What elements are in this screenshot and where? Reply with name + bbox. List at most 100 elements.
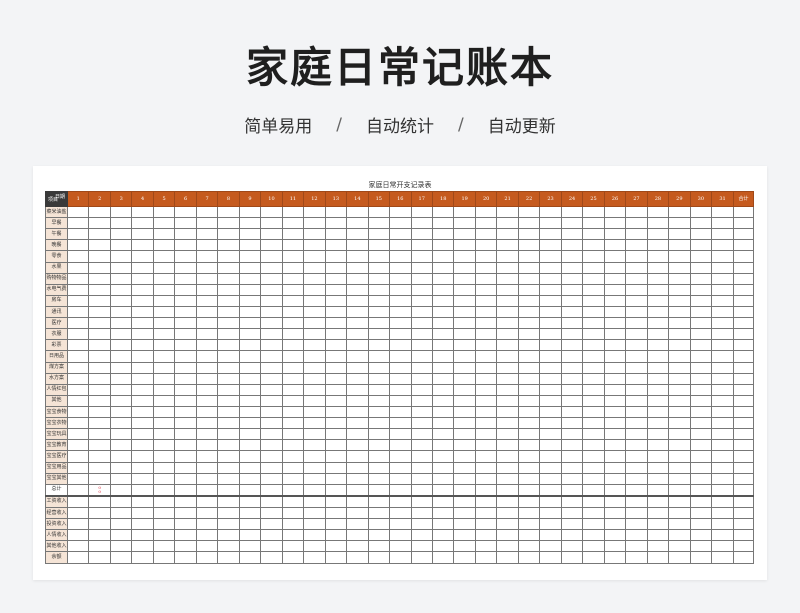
- ledger-cell[interactable]: [195, 328, 219, 341]
- ledger-cell[interactable]: [260, 339, 283, 352]
- ledger-cell[interactable]: [453, 205, 476, 219]
- ledger-cell[interactable]: [711, 283, 734, 296]
- ledger-cell[interactable]: [431, 361, 455, 374]
- ledger-cell[interactable]: [431, 450, 455, 463]
- ledger-cell[interactable]: [453, 428, 476, 441]
- ledger-cell[interactable]: [410, 495, 433, 508]
- ledger-cell[interactable]: [303, 317, 326, 330]
- ledger-cell[interactable]: [625, 428, 648, 441]
- ledger-cell[interactable]: [453, 261, 476, 274]
- ledger-cell[interactable]: [131, 350, 154, 363]
- ledger-cell[interactable]: [410, 472, 433, 485]
- ledger-cell[interactable]: [410, 272, 433, 285]
- ledger-cell[interactable]: [625, 372, 648, 385]
- ledger-cell[interactable]: [217, 551, 240, 564]
- ledger-cell[interactable]: [131, 372, 154, 385]
- ledger-cell[interactable]: [174, 272, 197, 285]
- ledger-cell[interactable]: [625, 450, 648, 463]
- ledger-cell[interactable]: [174, 372, 197, 385]
- ledger-cell[interactable]: [625, 239, 648, 252]
- ledger-cell[interactable]: [646, 461, 670, 474]
- ledger-cell[interactable]: [195, 261, 219, 274]
- ledger-cell[interactable]: [324, 361, 348, 374]
- ledger-cell[interactable]: [367, 250, 391, 263]
- ledger-cell[interactable]: [346, 239, 369, 252]
- ledger-cell[interactable]: [496, 439, 519, 452]
- ledger-cell[interactable]: [174, 305, 197, 319]
- ledger-cell[interactable]: [733, 305, 754, 319]
- ledger-cell[interactable]: [625, 350, 648, 363]
- ledger-cell[interactable]: [603, 428, 627, 441]
- ledger-cell[interactable]: [174, 417, 197, 430]
- ledger-cell[interactable]: [539, 439, 562, 452]
- ledger-cell[interactable]: [474, 405, 498, 419]
- ledger-cell[interactable]: [431, 272, 455, 285]
- ledger-cell[interactable]: [625, 283, 648, 296]
- ledger-cell[interactable]: [689, 339, 713, 352]
- ledger-cell[interactable]: [238, 250, 262, 263]
- ledger-cell[interactable]: [560, 529, 584, 542]
- ledger-cell[interactable]: [131, 495, 154, 508]
- ledger-cell[interactable]: [646, 205, 670, 219]
- ledger-cell[interactable]: [733, 283, 754, 296]
- ledger-cell[interactable]: [711, 205, 734, 219]
- ledger-cell[interactable]: [303, 350, 326, 363]
- ledger-cell[interactable]: [281, 394, 305, 407]
- ledger-cell[interactable]: [109, 317, 133, 330]
- ledger-cell[interactable]: [195, 506, 219, 520]
- ledger-cell[interactable]: [733, 472, 754, 485]
- ledger-cell[interactable]: [668, 450, 691, 463]
- ledger-cell[interactable]: [346, 518, 369, 531]
- ledger-cell[interactable]: [109, 250, 133, 263]
- ledger-cell[interactable]: [646, 405, 670, 419]
- ledger-cell[interactable]: [453, 250, 476, 263]
- ledger-cell[interactable]: [431, 417, 455, 430]
- ledger-cell[interactable]: [324, 239, 348, 252]
- ledger-cell[interactable]: [711, 472, 734, 485]
- ledger-cell[interactable]: [539, 294, 562, 307]
- ledger-cell[interactable]: [281, 283, 305, 296]
- ledger-cell[interactable]: [539, 417, 562, 430]
- ledger-cell[interactable]: [152, 383, 176, 396]
- ledger-cell[interactable]: [260, 317, 283, 330]
- ledger-cell[interactable]: [174, 261, 197, 274]
- ledger-cell[interactable]: [711, 394, 734, 407]
- ledger-cell[interactable]: [431, 383, 455, 396]
- ledger-cell[interactable]: [603, 518, 627, 531]
- ledger-cell[interactable]: [152, 305, 176, 319]
- ledger-cell[interactable]: [733, 217, 754, 230]
- ledger-cell[interactable]: [66, 394, 90, 407]
- ledger-cell[interactable]: [260, 350, 283, 363]
- ledger-cell[interactable]: [625, 250, 648, 263]
- ledger-cell[interactable]: [303, 328, 326, 341]
- ledger-cell[interactable]: [88, 394, 111, 407]
- ledger-cell[interactable]: [410, 294, 433, 307]
- ledger-cell[interactable]: [66, 339, 90, 352]
- ledger-cell[interactable]: [281, 239, 305, 252]
- ledger-cell[interactable]: [431, 529, 455, 542]
- ledger-cell[interactable]: [346, 328, 369, 341]
- ledger-cell[interactable]: [496, 350, 519, 363]
- ledger-cell[interactable]: [496, 540, 519, 553]
- ledger-cell[interactable]: [389, 239, 412, 252]
- ledger-cell[interactable]: [496, 317, 519, 330]
- ledger-cell[interactable]: [66, 551, 90, 564]
- ledger-cell[interactable]: [517, 372, 541, 385]
- ledger-cell[interactable]: [560, 217, 584, 230]
- ledger-cell[interactable]: [646, 383, 670, 396]
- ledger-cell[interactable]: [474, 228, 498, 241]
- ledger-cell[interactable]: [303, 205, 326, 219]
- ledger-cell[interactable]: [560, 228, 584, 241]
- ledger-cell[interactable]: [668, 518, 691, 531]
- ledger-cell[interactable]: [560, 551, 584, 564]
- ledger-cell[interactable]: [281, 518, 305, 531]
- ledger-cell[interactable]: [281, 317, 305, 330]
- ledger-cell[interactable]: [217, 294, 240, 307]
- ledger-cell[interactable]: [389, 261, 412, 274]
- ledger-cell[interactable]: [496, 551, 519, 564]
- ledger-cell[interactable]: [346, 250, 369, 263]
- ledger-cell[interactable]: [238, 361, 262, 374]
- ledger-cell[interactable]: [174, 294, 197, 307]
- ledger-cell[interactable]: [260, 495, 283, 508]
- ledger-cell[interactable]: [603, 383, 627, 396]
